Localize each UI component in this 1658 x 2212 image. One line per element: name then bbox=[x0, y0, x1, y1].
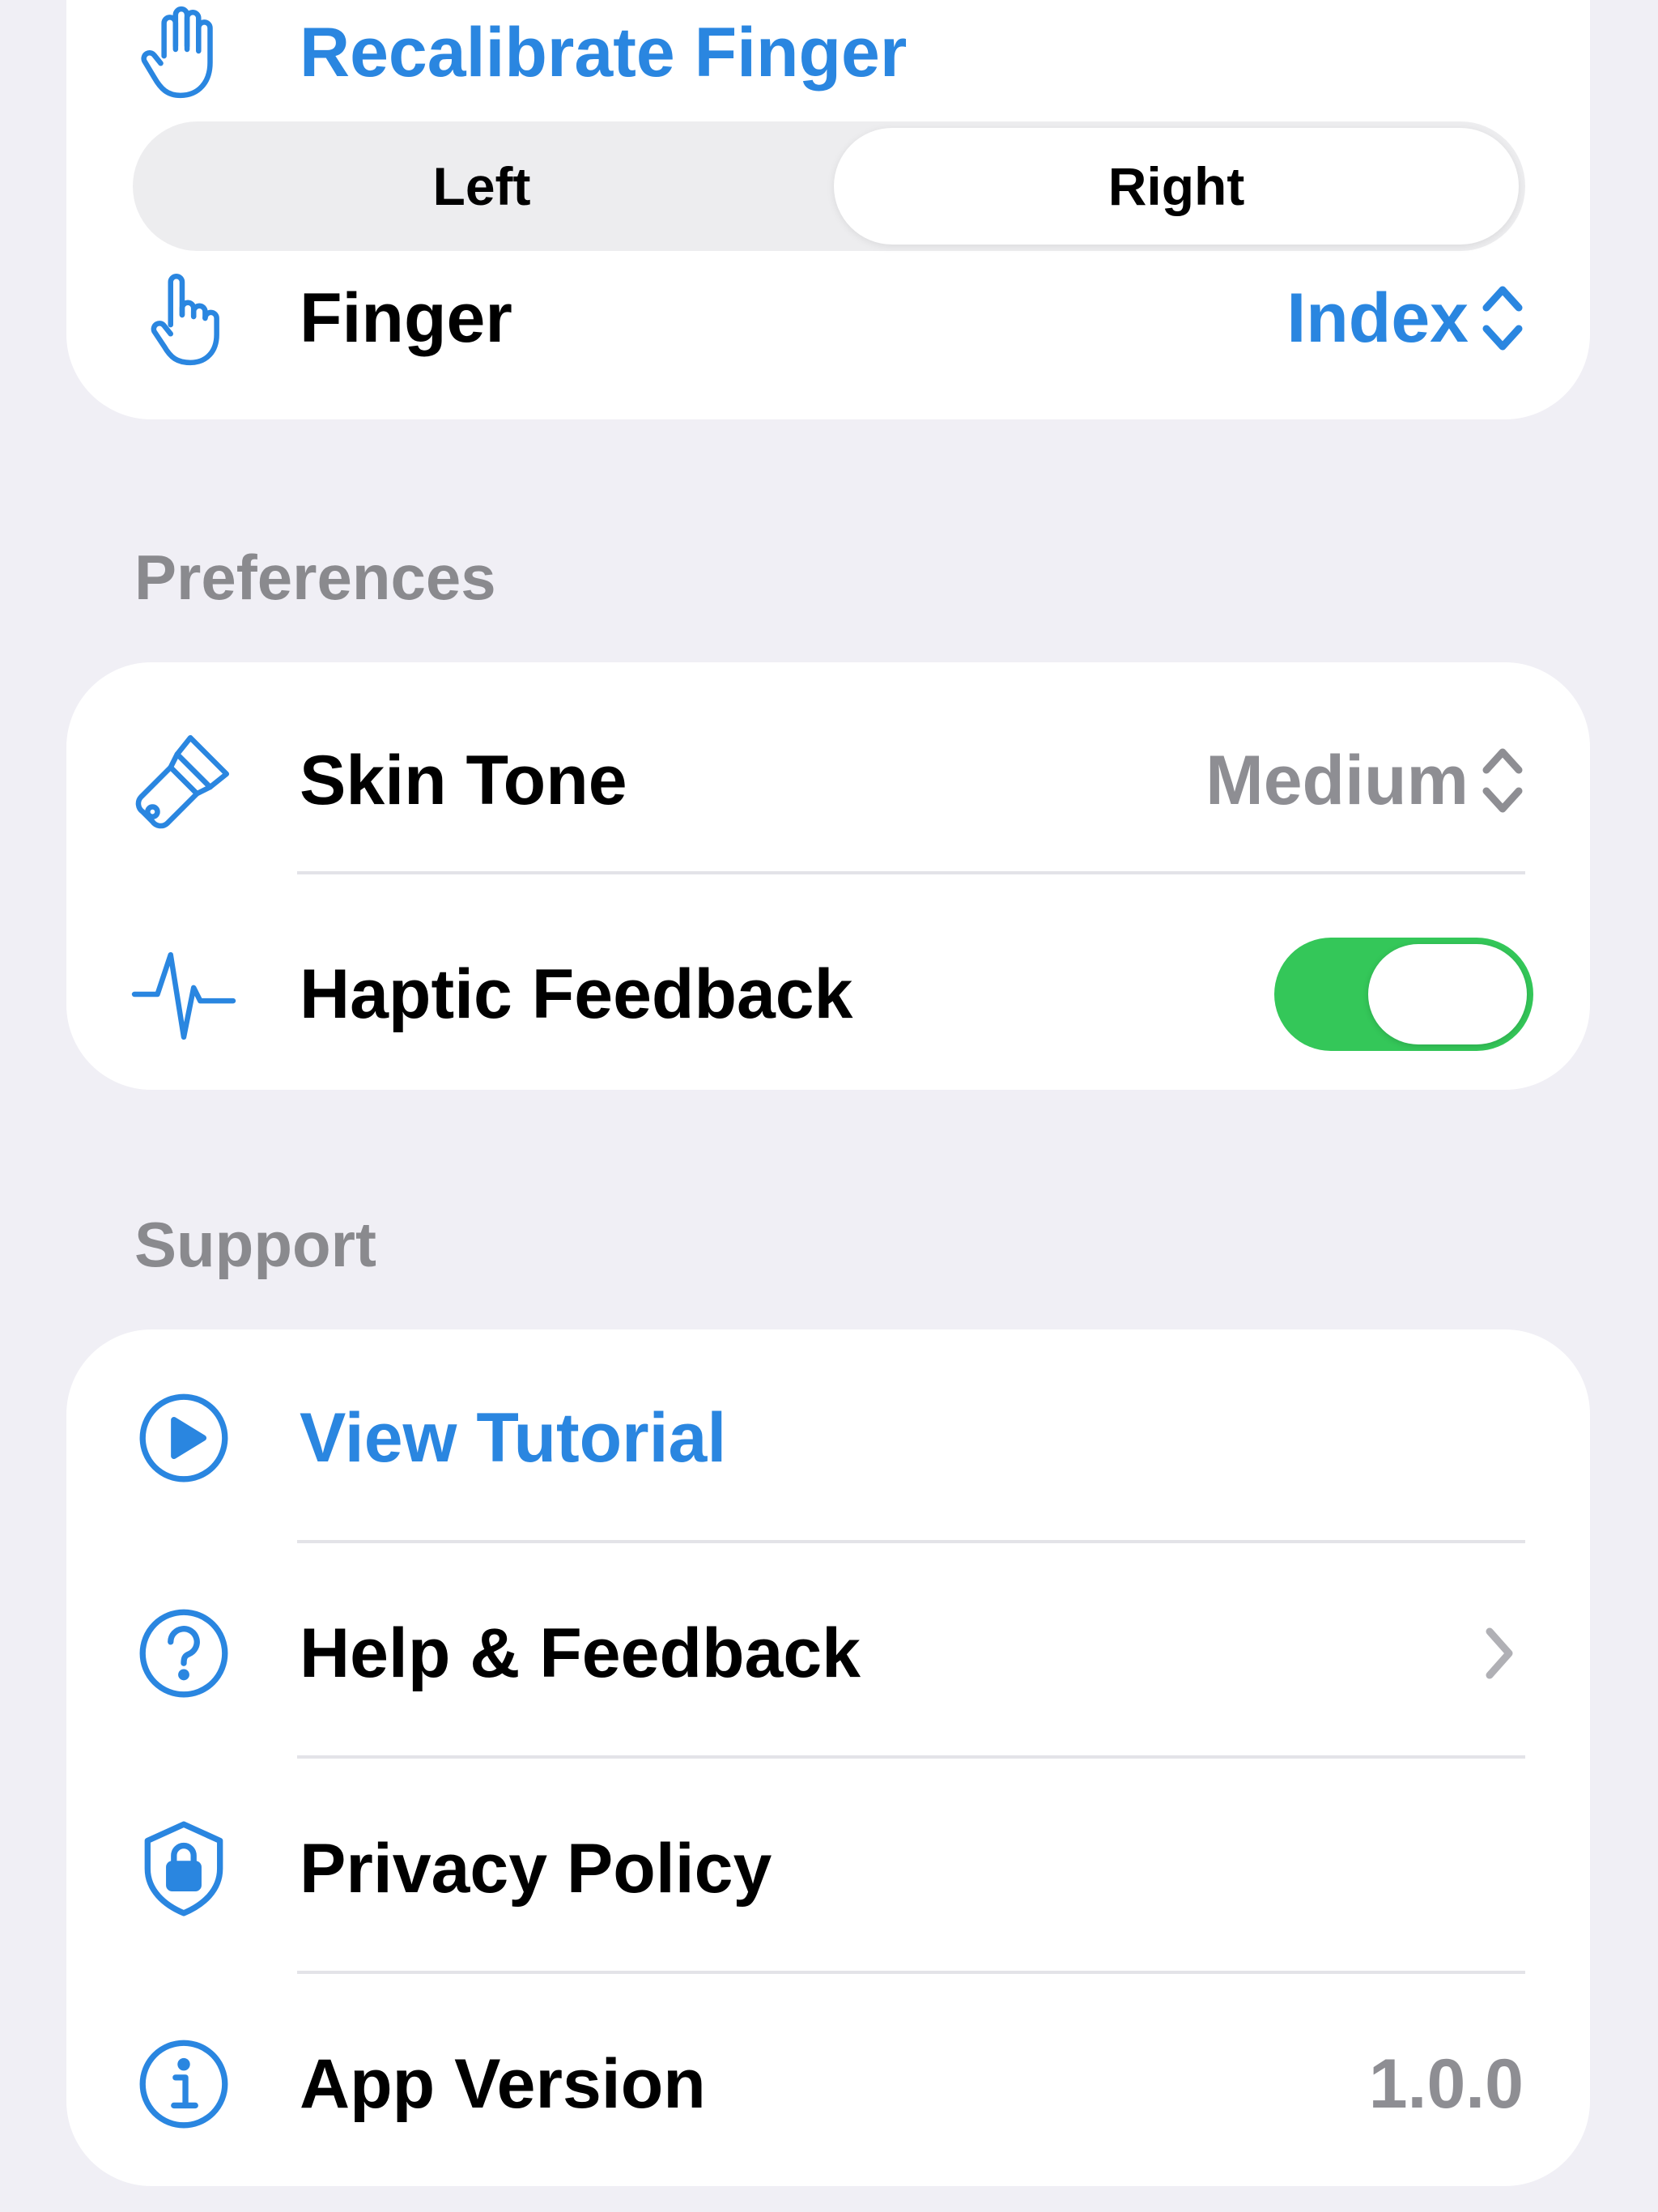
row-separator bbox=[297, 1755, 1525, 1759]
hand-point-up-icon bbox=[131, 266, 236, 371]
segment-left[interactable]: Left bbox=[139, 128, 824, 245]
play-circle-icon bbox=[131, 1385, 236, 1491]
hand-segmented-control: Left Right bbox=[133, 121, 1525, 251]
row-separator bbox=[297, 871, 1525, 874]
skin-tone-label: Skin Tone bbox=[300, 741, 627, 819]
info-circle-icon bbox=[131, 2031, 236, 2137]
waveform-icon bbox=[131, 942, 236, 1047]
chevron-up-down-icon bbox=[1480, 744, 1525, 817]
help-feedback-label: Help & Feedback bbox=[300, 1614, 861, 1692]
row-separator bbox=[297, 1540, 1525, 1543]
hand-raised-icon bbox=[131, 0, 236, 105]
preferences-card: Skin Tone Medium Haptic Feedback bbox=[66, 662, 1590, 1090]
skin-tone-value[interactable]: Medium bbox=[1205, 741, 1469, 821]
support-card: View Tutorial Help & Feedback Privacy Po… bbox=[66, 1329, 1590, 2186]
help-feedback-row[interactable]: Help & Feedback bbox=[66, 1572, 1590, 1734]
support-header: Support bbox=[134, 1209, 376, 1280]
preferences-header: Preferences bbox=[134, 542, 496, 613]
privacy-policy-label: Privacy Policy bbox=[300, 1829, 772, 1908]
privacy-policy-row[interactable]: Privacy Policy bbox=[66, 1788, 1590, 1950]
chevron-up-down-icon bbox=[1480, 282, 1525, 355]
app-version-row: App Version 1.0.0 bbox=[66, 2003, 1590, 2165]
recalibrate-finger-row[interactable]: Recalibrate Finger bbox=[66, 0, 1590, 134]
hand-settings-card: Recalibrate Finger Left Right Finger Ind… bbox=[66, 0, 1590, 419]
row-separator bbox=[297, 1971, 1525, 1974]
settings-screen: Recalibrate Finger Left Right Finger Ind… bbox=[0, 0, 1658, 2212]
chevron-right-icon bbox=[1482, 1625, 1517, 1682]
finger-value[interactable]: Index bbox=[1286, 279, 1469, 359]
segment-right[interactable]: Right bbox=[834, 128, 1519, 245]
haptic-feedback-toggle[interactable] bbox=[1274, 938, 1533, 1051]
toggle-knob bbox=[1368, 944, 1527, 1044]
finger-row[interactable]: Finger Index bbox=[66, 237, 1590, 399]
haptic-feedback-label: Haptic Feedback bbox=[300, 955, 853, 1033]
app-version-value: 1.0.0 bbox=[1368, 2044, 1524, 2123]
paintbrush-icon bbox=[131, 728, 236, 833]
view-tutorial-row[interactable]: View Tutorial bbox=[66, 1357, 1590, 1519]
shield-lock-icon bbox=[131, 1816, 236, 1921]
recalibrate-finger-label: Recalibrate Finger bbox=[300, 13, 908, 91]
view-tutorial-label: View Tutorial bbox=[300, 1398, 727, 1477]
haptic-feedback-row: Haptic Feedback bbox=[66, 913, 1590, 1075]
skin-tone-row[interactable]: Skin Tone Medium bbox=[66, 700, 1590, 861]
app-version-label: App Version bbox=[300, 2044, 706, 2123]
finger-label: Finger bbox=[300, 279, 512, 357]
question-circle-icon bbox=[131, 1601, 236, 1706]
